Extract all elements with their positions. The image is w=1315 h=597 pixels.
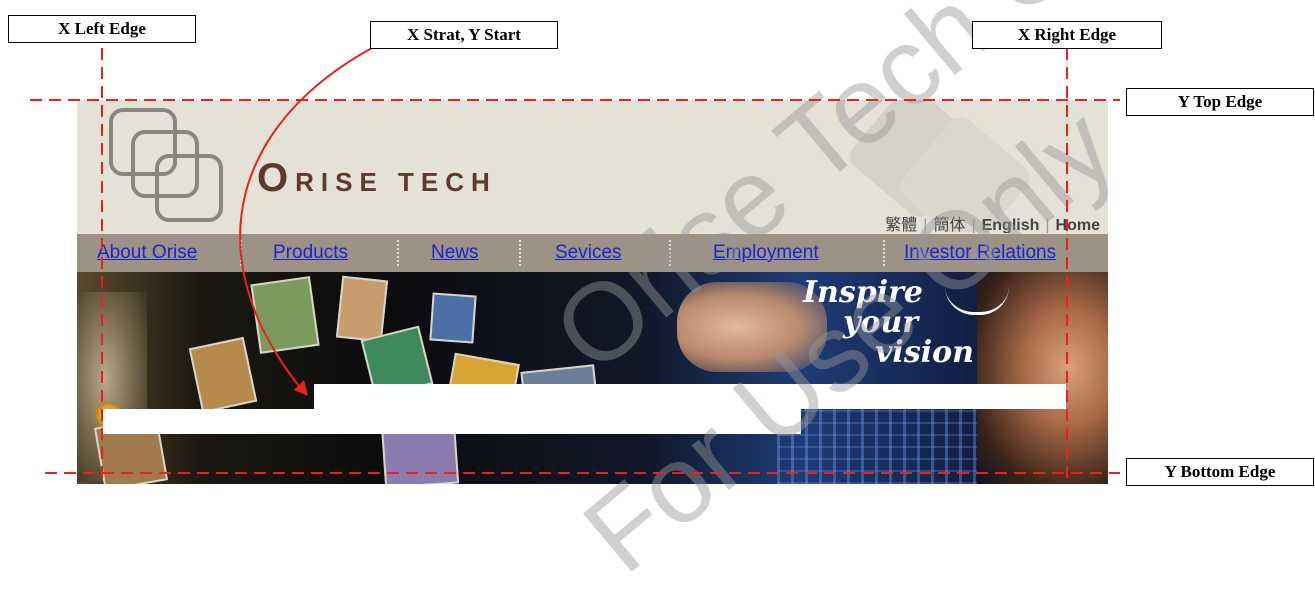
label-y-bottom-edge: Y Bottom Edge: [1126, 458, 1314, 486]
annotation-overlay: [30, 47, 1120, 484]
label-x-start-y-start: X Strat, Y Start: [370, 21, 558, 49]
label-y-top-edge: Y Top Edge: [1126, 88, 1314, 116]
label-x-left-edge: X Left Edge: [8, 15, 196, 43]
label-x-right-edge: X Right Edge: [972, 21, 1162, 49]
